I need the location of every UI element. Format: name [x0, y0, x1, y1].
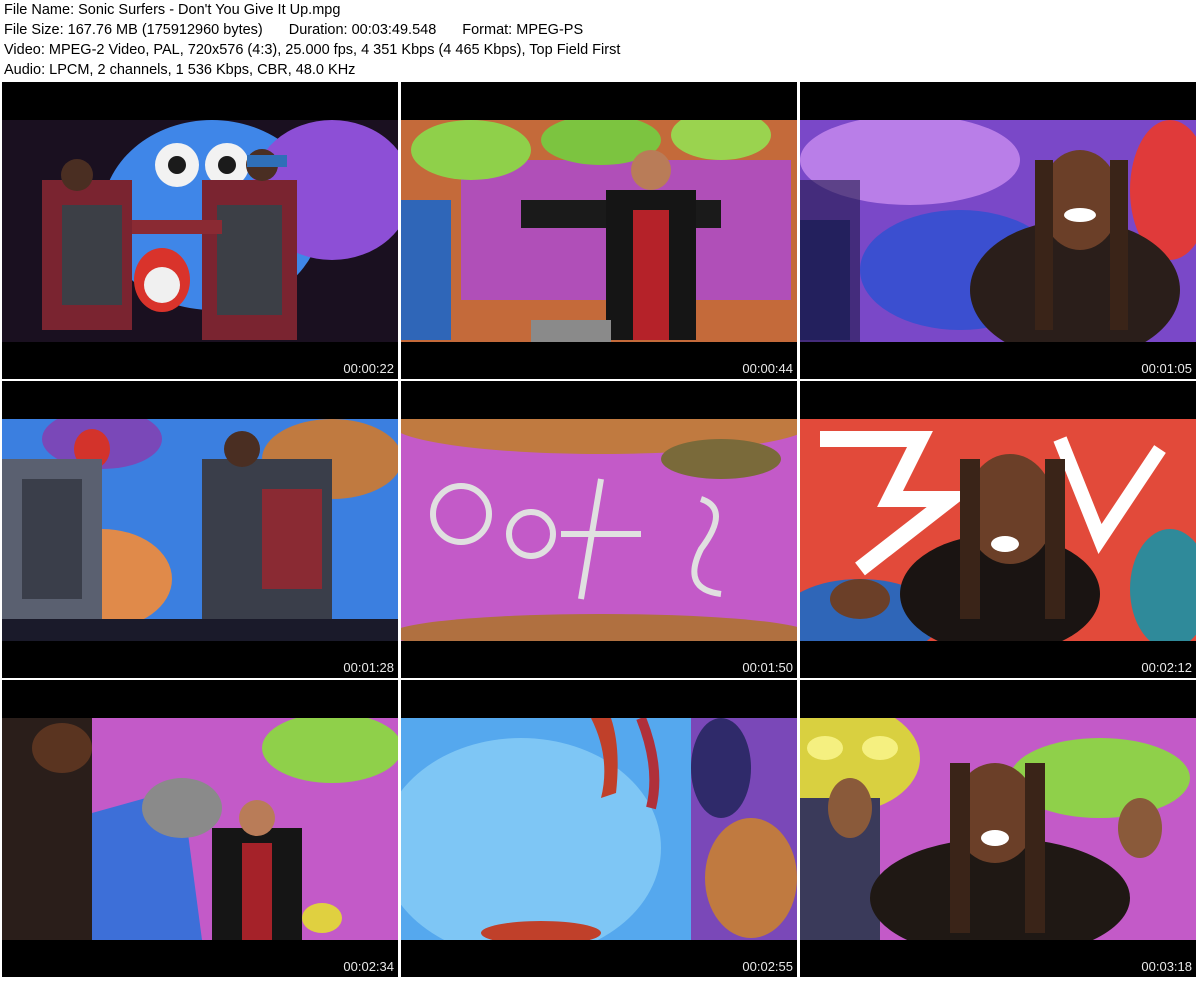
timestamp-6: 00:02:12 [1141, 660, 1192, 675]
thumbnail-8[interactable]: 00:02:55 [401, 680, 797, 977]
timestamp-3: 00:01:05 [1141, 361, 1192, 376]
thumbnail-6[interactable]: 00:02:12 [800, 381, 1196, 678]
thumbnail-1-frame [2, 120, 398, 342]
thumbnail-5-frame [401, 419, 797, 641]
file-name-line: File Name: Sonic Surfers - Don't You Giv… [4, 2, 341, 18]
file-size-text: File Size: 167.76 MB (175912960 bytes) [4, 22, 263, 38]
file-info-header: File Name: Sonic Surfers - Don't You Giv… [4, 0, 620, 80]
thumbnail-4-frame [2, 419, 398, 641]
timestamp-2: 00:00:44 [742, 361, 793, 376]
thumbnail-9-frame [800, 718, 1196, 940]
thumbnail-9[interactable]: 00:03:18 [800, 680, 1196, 977]
thumbnail-4[interactable]: 00:01:28 [2, 381, 398, 678]
timestamp-5: 00:01:50 [742, 660, 793, 675]
timestamp-7: 00:02:34 [343, 959, 394, 974]
thumbnail-1[interactable]: 00:00:22 [2, 82, 398, 379]
thumbnail-3-frame [800, 120, 1196, 342]
audio-info-line: Audio: LPCM, 2 channels, 1 536 Kbps, CBR… [4, 62, 356, 78]
thumbnail-7[interactable]: 00:02:34 [2, 680, 398, 977]
thumbnail-grid: 00:00:22 00:00:44 00:01:05 00:01:28 00:0… [0, 80, 1200, 980]
thumbnail-8-frame [401, 718, 797, 940]
timestamp-1: 00:00:22 [343, 361, 394, 376]
timestamp-4: 00:01:28 [343, 660, 394, 675]
video-info-line: Video: MPEG-2 Video, PAL, 720x576 (4:3),… [4, 42, 621, 58]
thumbnail-3[interactable]: 00:01:05 [800, 82, 1196, 379]
format-text: Format: MPEG-PS [462, 22, 584, 38]
file-size-duration-line: File Size: 167.76 MB (175912960 bytes) Du… [4, 20, 620, 40]
duration-text: Duration: 00:03:49.548 [288, 22, 437, 38]
thumbnail-2-frame [401, 120, 797, 342]
thumbnail-6-frame [800, 419, 1196, 641]
thumbnail-5[interactable]: 00:01:50 [401, 381, 797, 678]
thumbnail-2[interactable]: 00:00:44 [401, 82, 797, 379]
timestamp-8: 00:02:55 [742, 959, 793, 974]
thumbnail-7-frame [2, 718, 398, 940]
timestamp-9: 00:03:18 [1141, 959, 1192, 974]
